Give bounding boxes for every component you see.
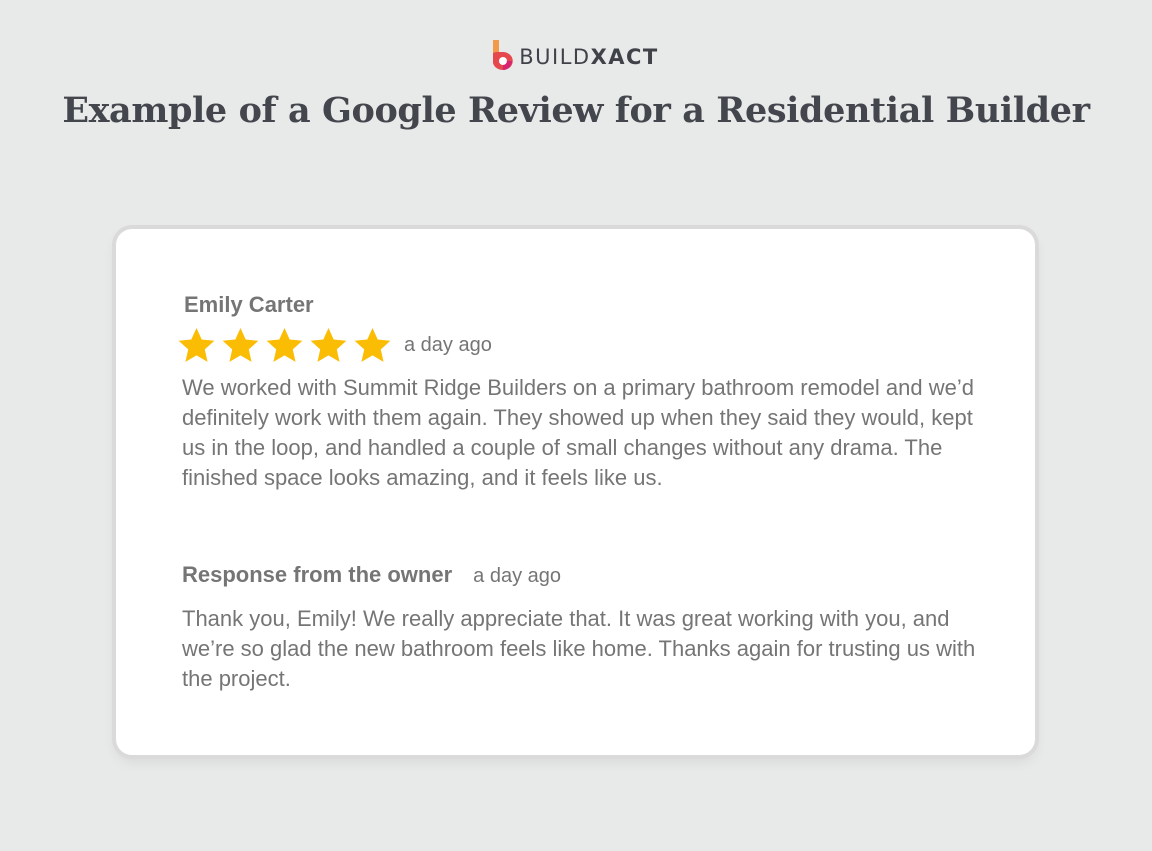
owner-response-text: Thank you, Emily! We really appreciate t… bbox=[182, 606, 976, 691]
brand-name: BUILDXACT bbox=[519, 44, 659, 69]
review-card: Emily Carter a day ago We worked with Su… bbox=[116, 229, 1035, 755]
reviewer-name: Emily Carter bbox=[184, 292, 314, 317]
star-icon bbox=[222, 327, 259, 362]
buildxact-logo-icon bbox=[493, 40, 513, 70]
owner-response-label: Response from the owner bbox=[182, 562, 453, 587]
page-title: Example of a Google Review for a Residen… bbox=[62, 90, 1090, 131]
owner-response-date: a day ago bbox=[473, 565, 562, 587]
owner-response-header: Response from the owner a day ago bbox=[182, 562, 561, 588]
star-icon bbox=[310, 327, 347, 362]
brand-name-bold: XACT bbox=[590, 44, 659, 69]
review-text: We worked with Summit Ridge Builders on … bbox=[182, 375, 974, 490]
brand-header: BUILDXACT bbox=[0, 40, 1152, 70]
star-icon bbox=[354, 327, 391, 362]
star-icon bbox=[178, 327, 215, 362]
review-date: a day ago bbox=[404, 334, 492, 356]
star-icon bbox=[266, 327, 303, 362]
brand-name-light: BUILD bbox=[519, 44, 591, 69]
star-rating bbox=[176, 326, 393, 365]
